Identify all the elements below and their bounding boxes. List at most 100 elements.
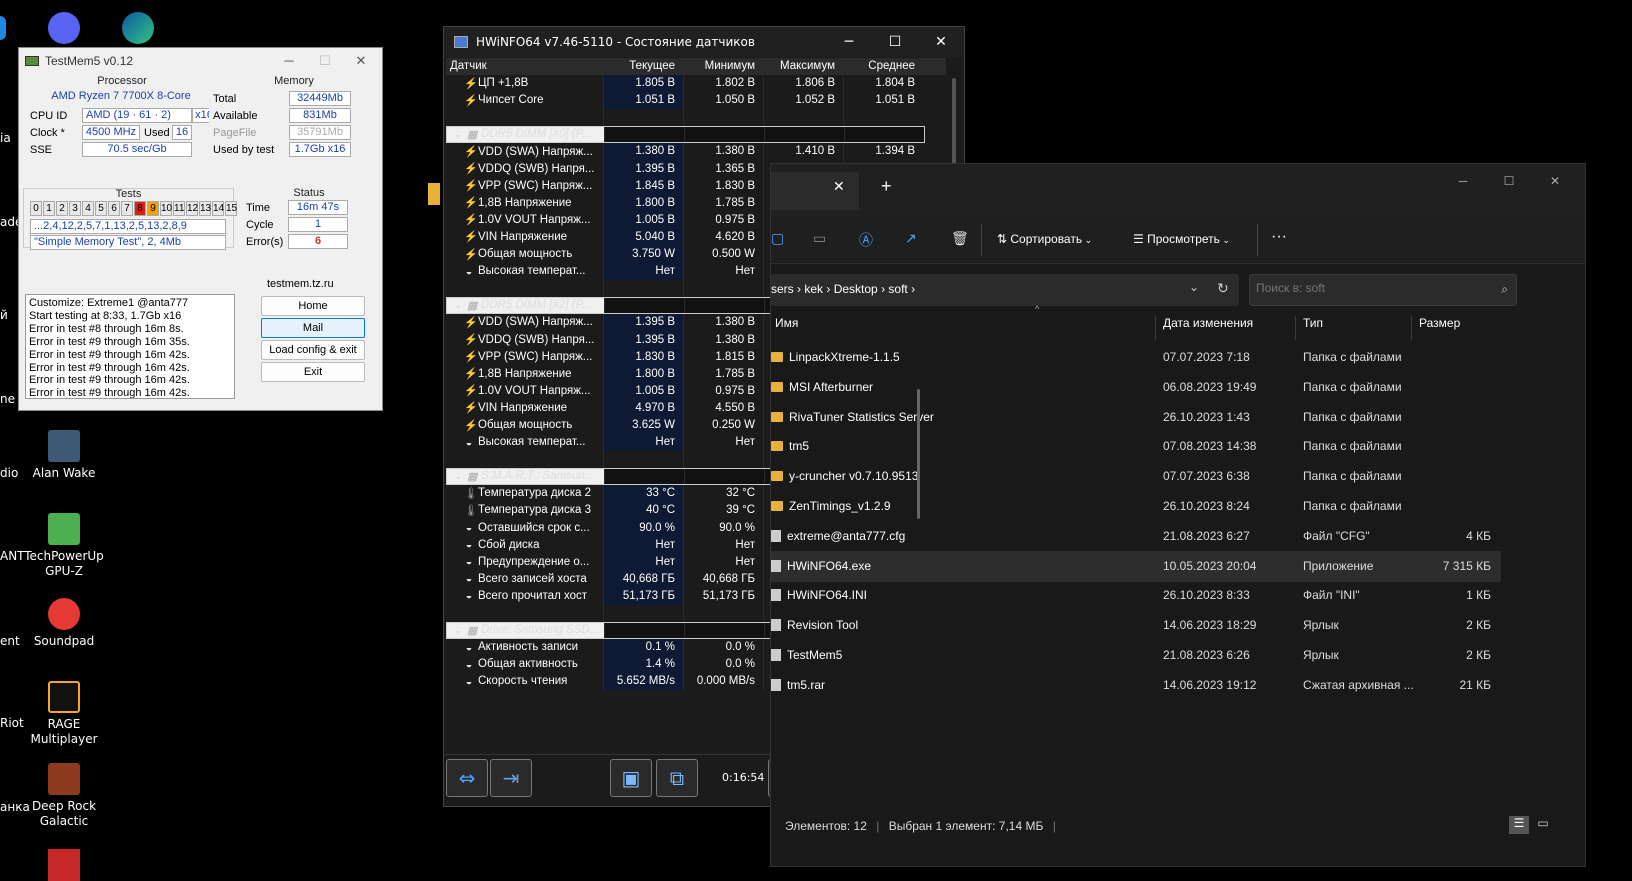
- aida64-icon[interactable]: [48, 849, 80, 881]
- exit-button[interactable]: Exit: [261, 362, 365, 382]
- column-header[interactable]: Минимум: [683, 58, 763, 76]
- close-button[interactable]: ✕: [344, 50, 378, 72]
- group-name: DDR5 DIMM [#2] (P...: [481, 299, 592, 312]
- desktop-shortcut-alan-wake[interactable]: Alan Wake: [24, 430, 104, 481]
- collapse-chevron-icon[interactable]: ⌄: [451, 469, 465, 484]
- sensor-row[interactable]: ⚡ Чипсет Core 1.051 В 1.050 В 1.052 В 1.051 В: [446, 92, 946, 110]
- file-row[interactable]: ZenTimings_v1.2.9 26.10.2023 8:24 Папка с …: [771, 491, 1501, 522]
- close-button[interactable]: ✕: [1535, 166, 1575, 196]
- column-size[interactable]: Размер: [1419, 316, 1460, 330]
- test-log[interactable]: Customize: Extreme1 @anta777 Start testin…: [25, 294, 235, 399]
- desktop-shortcut-drg[interactable]: Deep Rock Galactic: [24, 763, 104, 829]
- details-view-icon[interactable]: ☰: [1509, 816, 1529, 834]
- monitor-icon[interactable]: ▣: [610, 759, 652, 797]
- column-header[interactable]: Максимум: [763, 58, 843, 76]
- active-tab[interactable]: [771, 172, 859, 210]
- new-tab-icon[interactable]: +: [881, 176, 892, 197]
- search-input[interactable]: [1256, 281, 1476, 295]
- sort-button[interactable]: ⇅ Сортировать ⌄: [997, 232, 1092, 246]
- file-row[interactable]: LinpackXtreme-1.1.5 07.07.2023 7:18 Папка …: [771, 342, 1501, 373]
- ie-edge-partial-icon[interactable]: [0, 16, 6, 40]
- sensor-value: 3.625 W: [603, 416, 683, 435]
- desktop-shortcut-rage[interactable]: RAGE Multiplayer: [24, 681, 104, 747]
- collapse-chevron-icon[interactable]: ⌄: [451, 623, 465, 638]
- minimize-button[interactable]: ─: [826, 27, 872, 57]
- expand-arrows-icon[interactable]: ⇔: [446, 759, 488, 797]
- desktop-shortcut-soundpad[interactable]: Soundpad: [24, 598, 104, 649]
- breadcrumb-item[interactable]: Desktop: [834, 282, 878, 296]
- maximize-button[interactable]: ☐: [872, 27, 918, 57]
- sensor-value: 51,173 ГБ: [603, 587, 683, 605]
- mail-button[interactable]: Mail: [261, 318, 365, 338]
- refresh-icon[interactable]: ↻: [1217, 280, 1229, 297]
- collapse-chevron-icon[interactable]: ⌄: [451, 298, 465, 313]
- tab-close-icon[interactable]: ✕: [833, 178, 845, 195]
- sensor-value: 1.365 В: [683, 160, 763, 178]
- desktop-shortcut-gpuz[interactable]: TechPowerUp GPU-Z: [24, 513, 104, 579]
- history-dropdown-icon[interactable]: ⌄: [1189, 280, 1199, 294]
- column-header[interactable]: Датчик: [446, 58, 603, 75]
- breadcrumb-item[interactable]: soft: [888, 282, 907, 296]
- minimize-button[interactable]: ─: [272, 50, 306, 72]
- file-list[interactable]: LinpackXtreme-1.1.5 07.07.2023 7:18 Папка …: [771, 342, 1501, 802]
- test-indicator: 8: [134, 201, 146, 216]
- sensor-value: 4.550 В: [683, 399, 763, 417]
- delete-icon[interactable]: 🗑: [951, 230, 969, 247]
- file-row[interactable]: y-cruncher v0.7.10.9513 07.07.2023 6:38 Па…: [771, 461, 1501, 492]
- list-scrollbar-thumb[interactable]: [917, 389, 920, 519]
- search-box[interactable]: ⌕: [1249, 274, 1517, 306]
- sensor-value: 40,668 ГБ: [603, 570, 683, 588]
- home-button[interactable]: Home: [261, 296, 365, 316]
- sensor-name: Общая мощность: [478, 419, 573, 432]
- collapse-arrows-icon[interactable]: ⇥: [490, 759, 532, 797]
- column-type[interactable]: Тип: [1303, 316, 1323, 330]
- sensor-value: 1.005 В: [603, 382, 683, 400]
- view-button[interactable]: ☰ Просмотреть ⌄: [1133, 232, 1230, 246]
- breadcrumb-item[interactable]: kek: [804, 282, 823, 296]
- file-row[interactable]: HWiNFO64.exe 10.05.2023 20:04 Приложение 7 …: [771, 550, 1501, 582]
- pagefile-value: 35791Mb: [289, 125, 351, 140]
- file-row[interactable]: RivaTuner Statistics Server 26.10.2023 1:…: [771, 402, 1501, 433]
- paste-icon[interactable]: ▭: [813, 230, 826, 247]
- errors-value: 6: [288, 234, 348, 249]
- new-item-icon[interactable]: ▢: [771, 230, 784, 247]
- file-row[interactable]: extreme@anta777.cfg 21.08.2023 6:27 Файл "…: [771, 521, 1501, 552]
- alan-wake-icon: [48, 430, 80, 462]
- column-header[interactable]: Среднее: [843, 58, 923, 76]
- column-date[interactable]: Дата изменения: [1163, 316, 1253, 330]
- load-config-button[interactable]: Load config & exit: [261, 340, 365, 360]
- close-button[interactable]: ✕: [918, 27, 964, 57]
- share-icon[interactable]: ↗: [905, 230, 917, 247]
- file-row[interactable]: tm5 07.08.2023 14:38 Папка с файлами: [771, 431, 1501, 462]
- log-line: Error in test #9 through 16m 42s.: [29, 361, 190, 374]
- maximize-button[interactable]: ☐: [308, 50, 342, 72]
- file-row[interactable]: HWiNFO64.INI 26.10.2023 8:33 Файл "INI" 1 К…: [771, 580, 1501, 611]
- test-indicator: 5: [95, 201, 107, 216]
- edge-icon[interactable]: [122, 12, 154, 44]
- sensor-row[interactable]: ⚡ VDD (SWA) Напряж... 1.380 В 1.380 В 1.410 …: [446, 143, 946, 161]
- sensor-group-row[interactable]: ⌄ ▦ DDR5 DIMM [#0] (P...: [446, 126, 925, 144]
- sensor-name: Активность записи: [478, 641, 579, 654]
- breadcrumb-item[interactable]: sers: [771, 282, 794, 296]
- file-row[interactable]: Revision Tool 14.06.2023 18:29 Ярлык 2 КБ: [771, 610, 1501, 641]
- shortcut-label: RAGE Multiplayer: [30, 717, 98, 746]
- collapse-chevron-icon[interactable]: ⌄: [451, 127, 465, 142]
- rename-icon[interactable]: Ⓐ: [859, 230, 873, 250]
- more-options-icon[interactable]: ···: [1271, 228, 1287, 246]
- maximize-button[interactable]: ☐: [1489, 166, 1529, 196]
- minimize-button[interactable]: ─: [1443, 166, 1483, 196]
- column-name[interactable]: Имя: [775, 316, 798, 330]
- tiles-view-icon[interactable]: ▭: [1533, 816, 1553, 834]
- file-type: Приложение: [1303, 558, 1374, 573]
- file-row[interactable]: tm5.rar 14.06.2023 19:12 Сжатая архивная .…: [771, 670, 1501, 701]
- discord-icon[interactable]: [48, 12, 80, 44]
- column-header[interactable]: Текущее: [603, 58, 683, 76]
- network-monitors-icon[interactable]: ⧉: [656, 759, 698, 797]
- sensor-name: Высокая температ...: [478, 265, 586, 278]
- sensor-row[interactable]: ⚡ ЦП +1,8В 1.805 В 1.802 В 1.806 В 1.804 В: [446, 75, 946, 93]
- window-title: HWiNFO64 v7.46-5110 - Состояние датчиков: [476, 35, 755, 49]
- file-row[interactable]: TestMem5 21.08.2023 6:26 Ярлык 2 КБ: [771, 640, 1501, 671]
- desktop-edge-label: ANT: [0, 549, 25, 563]
- file-row[interactable]: MSI Afterburner 06.08.2023 19:49 Папка с ф…: [771, 372, 1501, 403]
- file-name: ZenTimings_v1.2.9: [789, 499, 891, 513]
